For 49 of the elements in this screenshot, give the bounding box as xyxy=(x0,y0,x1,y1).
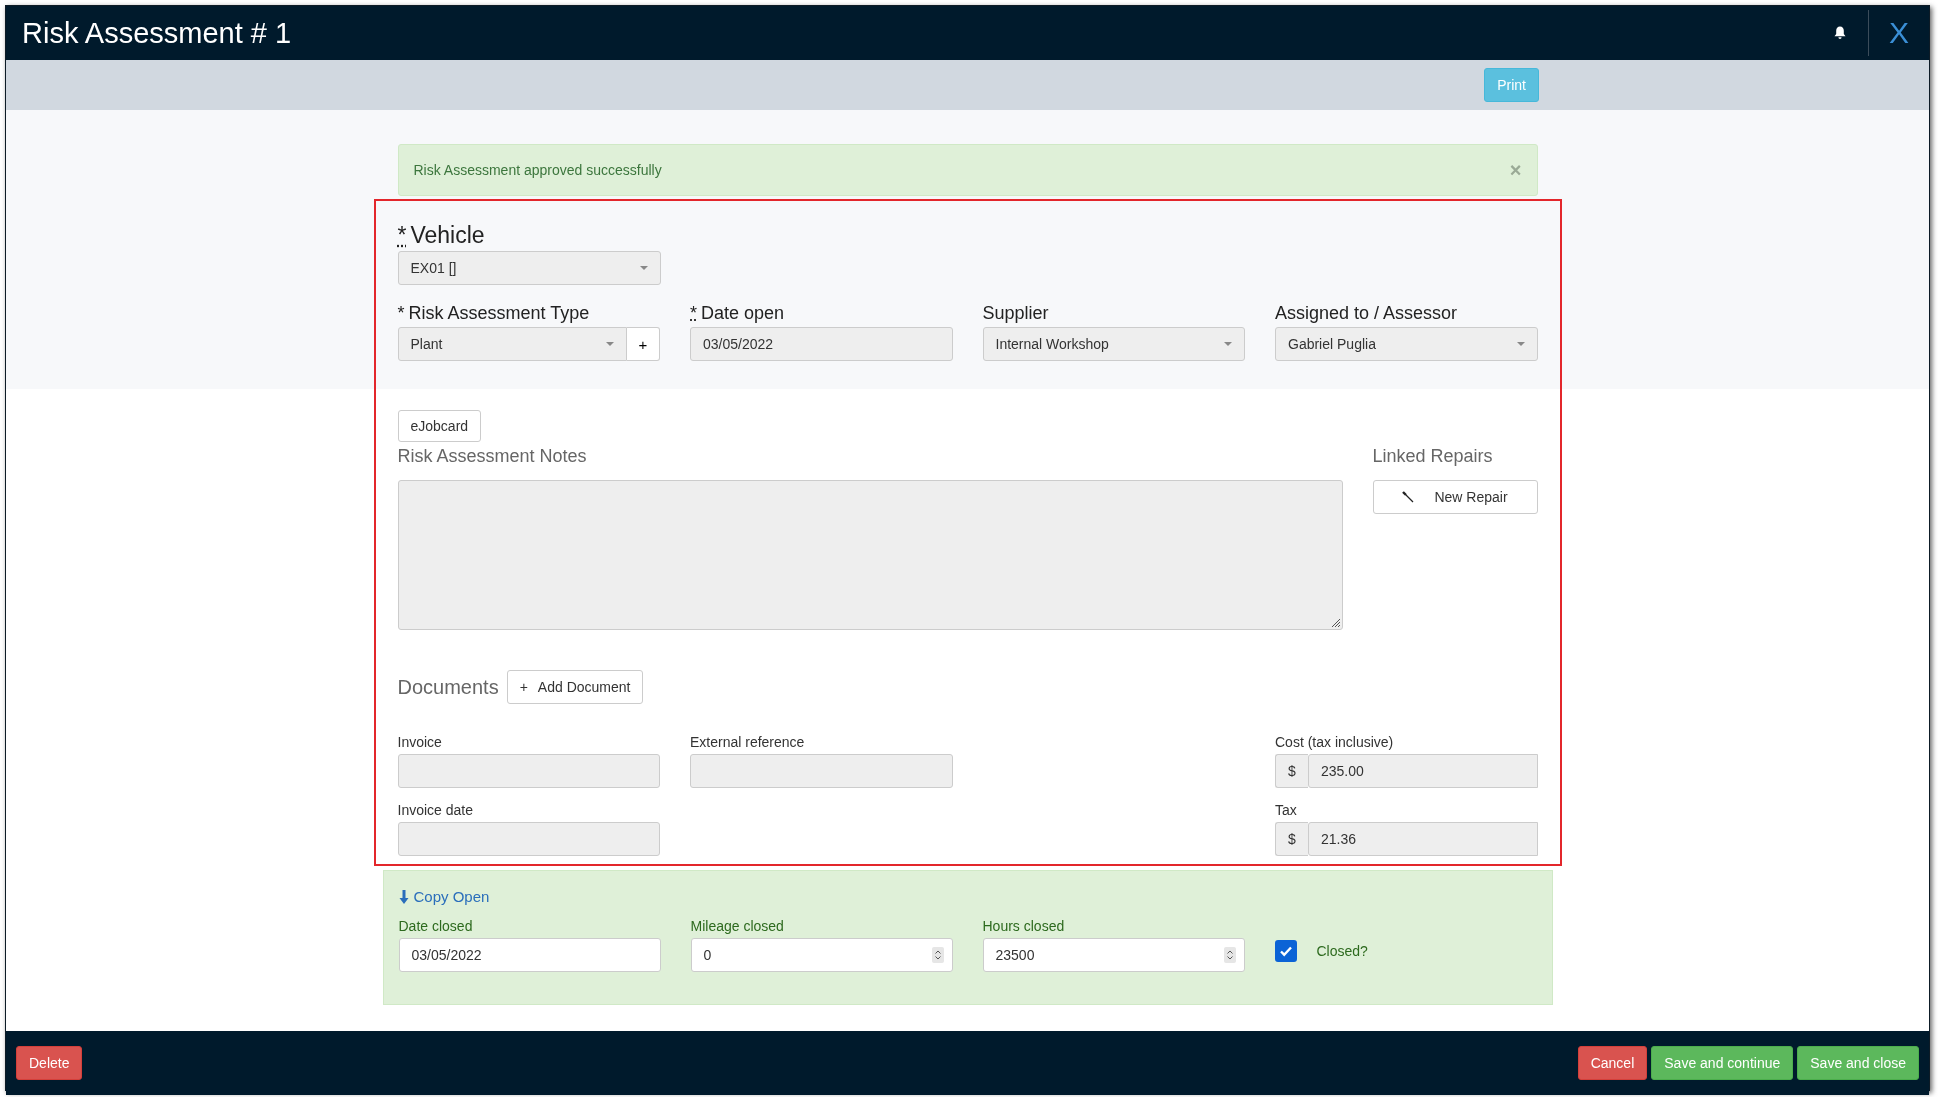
spinner-icon xyxy=(1223,947,1236,963)
linked-repairs-label: Linked Repairs xyxy=(1372,445,1494,468)
field-label: Invoice date xyxy=(397,802,474,819)
ejobcard-button[interactable]: eJobcard xyxy=(397,410,482,442)
field-label: Invoice xyxy=(397,734,443,751)
text-field[interactable] xyxy=(397,754,660,788)
caret-icon xyxy=(606,342,614,346)
field-label: Date open xyxy=(701,303,785,323)
field-label: Vehicle xyxy=(410,222,485,248)
add-document-button[interactable]: + Add Document xyxy=(506,670,644,704)
date-field[interactable]: 03/05/2022 xyxy=(398,938,661,972)
text-field[interactable] xyxy=(690,754,953,788)
notes-label: Risk Assessment Notes xyxy=(397,445,588,468)
copy-open-link[interactable]: Copy Open xyxy=(398,888,490,905)
field-label: Cost (tax inclusive) xyxy=(1275,734,1395,751)
required-mark: * xyxy=(397,303,405,323)
amount-field[interactable]: 21.36 xyxy=(1308,822,1538,856)
required-mark: * xyxy=(397,222,407,248)
amount-field[interactable]: 235.00 xyxy=(1308,754,1538,788)
closed-checkbox[interactable] xyxy=(1274,940,1297,962)
tool-icon xyxy=(1402,491,1415,503)
spinner-icon xyxy=(931,947,944,963)
arrow-down-icon xyxy=(398,889,409,904)
field-label: Mileage closed xyxy=(690,918,785,935)
field-label: Supplier xyxy=(982,303,1049,323)
field-label: Date closed xyxy=(398,918,474,935)
field-label: Assigned to / Assessor xyxy=(1275,303,1458,323)
checkbox-label: Closed? xyxy=(1316,942,1368,960)
number-field[interactable]: 0 xyxy=(690,938,953,972)
currency-addon: $ xyxy=(1275,754,1308,788)
text-field[interactable] xyxy=(397,822,660,856)
field-label: Tax xyxy=(1275,802,1298,819)
field-label: Risk Assessment Type xyxy=(408,303,590,323)
delete-button[interactable]: Delete xyxy=(16,1046,83,1080)
field-label: Hours closed xyxy=(982,918,1066,935)
close-button[interactable]: X xyxy=(1869,16,1929,50)
caret-icon xyxy=(1516,342,1525,346)
number-field[interactable]: 23500 xyxy=(982,938,1245,972)
new-repair-button[interactable]: New Repair xyxy=(1372,480,1538,514)
caret-icon xyxy=(1224,342,1232,346)
window-title: Risk Assessment # 1 xyxy=(22,16,293,50)
caret-icon xyxy=(639,266,648,270)
alert-message: Risk Assessment approved successfully xyxy=(413,162,662,178)
documents-label: Documents xyxy=(397,675,499,699)
bell-icon[interactable] xyxy=(1834,26,1846,40)
cancel-button[interactable]: Cancel xyxy=(1577,1046,1648,1080)
required-mark: * xyxy=(690,303,697,323)
currency-addon: $ xyxy=(1275,822,1308,856)
field-label: External reference xyxy=(690,734,806,751)
